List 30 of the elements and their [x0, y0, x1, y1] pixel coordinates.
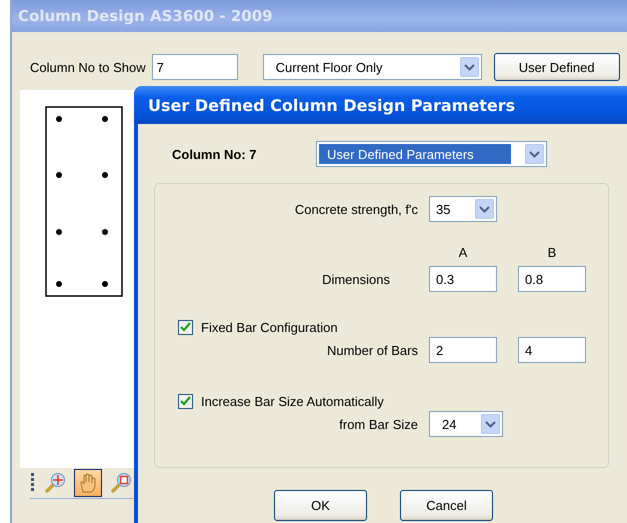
floor-filter-dropdown[interactable]: Current Floor Only: [262, 54, 482, 80]
parameter-mode-dropdown[interactable]: User Defined Parameters: [316, 141, 547, 167]
zoom-extents-icon: [44, 472, 66, 494]
zoom-window-icon: [110, 472, 132, 494]
toolbar-grip-icon: [30, 472, 36, 494]
checkmark-icon: [180, 396, 191, 406]
dimension-field[interactable]: 0.8: [518, 266, 586, 292]
cancel-button[interactable]: Cancel: [400, 490, 493, 521]
bar-size-label: from Bar Size: [338, 416, 418, 432]
number-of-bars-field[interactable]: 2: [429, 337, 497, 363]
ok-button[interactable]: OK: [274, 490, 367, 521]
concrete-strength-dropdown[interactable]: 35: [429, 196, 497, 222]
number-of-bars-label: Number of Bars: [326, 342, 418, 358]
dimension-header: A: [458, 244, 468, 260]
column-number-label: Column No to Show: [30, 60, 146, 74]
dimension-field[interactable]: 0.3: [429, 266, 497, 292]
dimension-header: B: [546, 244, 558, 260]
bar-size-dropdown[interactable]: 24: [429, 411, 503, 437]
dialog-title: User Defined Column Design Parameters: [148, 96, 516, 114]
window-title: Column Design AS3600 - 2009: [18, 7, 273, 25]
fixed-bar-checkbox[interactable]: Fixed Bar Configuration: [178, 317, 338, 337]
auto-increase-checkbox[interactable]: Increase Bar Size Automatically: [178, 391, 384, 411]
dimensions-label: Dimensions: [321, 272, 391, 286]
checkmark-icon: [180, 322, 191, 332]
number-of-bars-field[interactable]: 4: [518, 337, 586, 363]
column-number-label: Column No: 7: [172, 146, 258, 162]
concrete-strength-label: Concrete strength, f'c: [294, 202, 418, 216]
user-defined-button[interactable]: User Defined: [494, 53, 620, 81]
pan-tool-button[interactable]: [74, 469, 102, 497]
column-number-field[interactable]: 7: [152, 54, 238, 80]
